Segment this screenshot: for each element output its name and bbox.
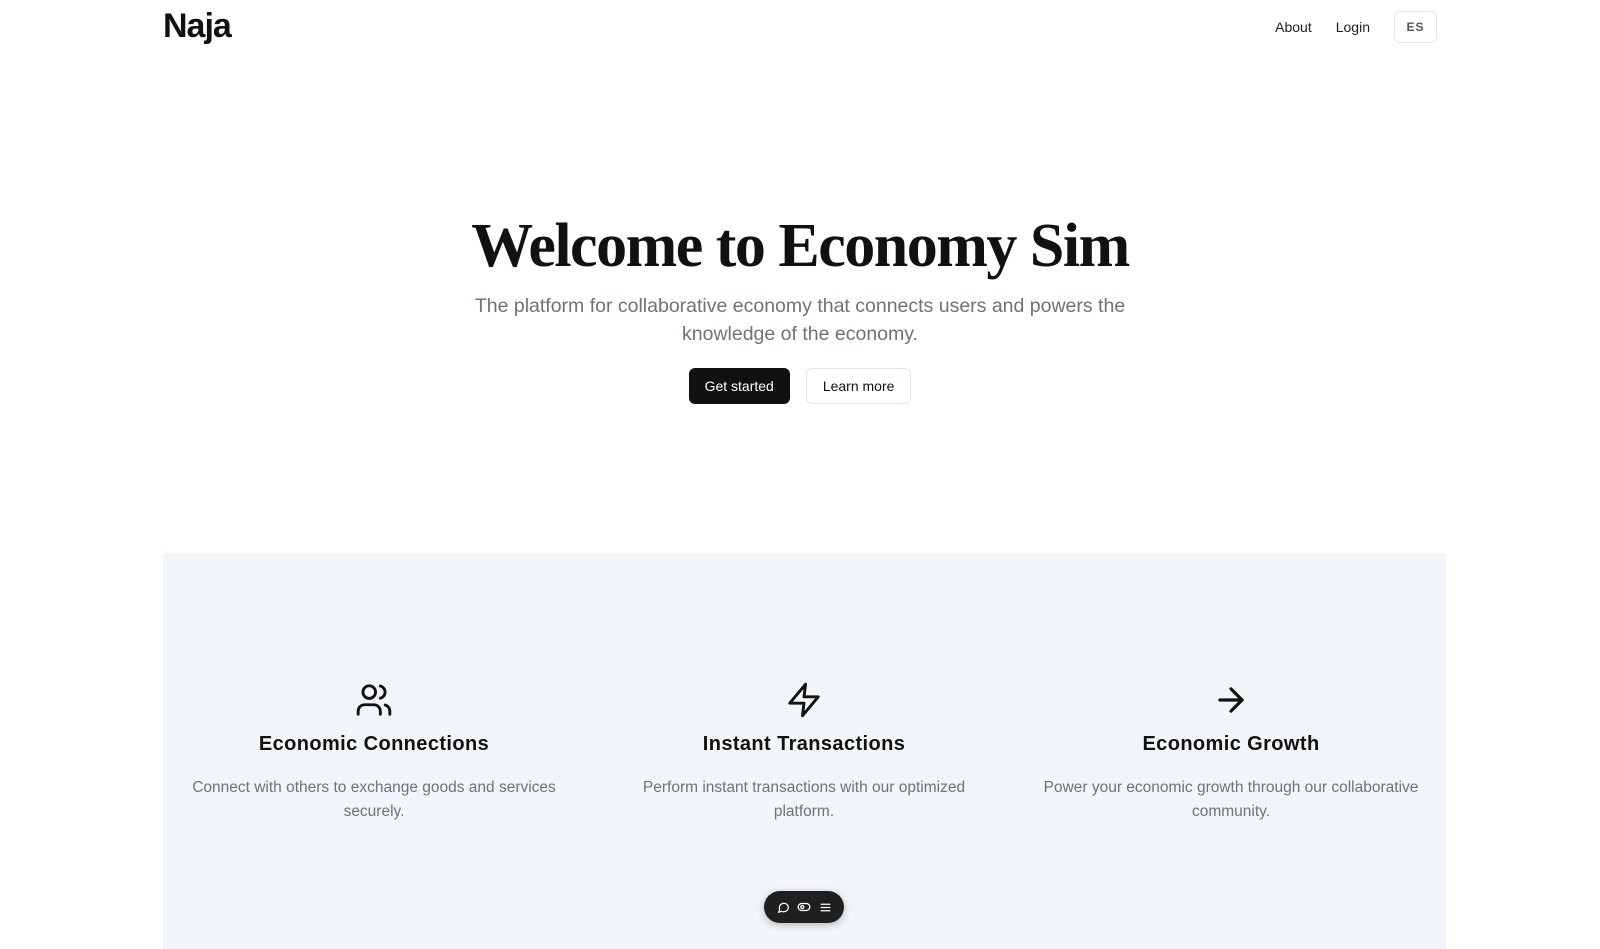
floating-toolbar xyxy=(764,891,844,923)
nav-about-link[interactable]: About xyxy=(1275,19,1312,35)
feature-description: Power your economic growth through our c… xyxy=(1043,779,1419,820)
feature-description: Perform instant transactions with our op… xyxy=(642,779,966,820)
feature-title: Economic Connections xyxy=(258,733,490,755)
features-section: Economic Connections Connect with others… xyxy=(163,553,1446,949)
toggle-icon[interactable] xyxy=(796,899,812,915)
top-nav: About Login ES xyxy=(1251,11,1437,43)
feature-card-connections: Economic Connections Connect with others… xyxy=(174,681,574,824)
menu-icon[interactable] xyxy=(817,899,833,915)
zap-icon xyxy=(788,682,820,718)
arrow-right-icon xyxy=(1218,687,1244,713)
feature-card-transactions: Instant Transactions Perform instant tra… xyxy=(604,681,1004,824)
nav-login-link[interactable]: Login xyxy=(1336,19,1370,35)
chat-icon[interactable] xyxy=(775,899,791,915)
learn-more-button[interactable]: Learn more xyxy=(805,368,912,404)
get-started-button[interactable]: Get started xyxy=(688,368,790,404)
feature-title: Economic Growth xyxy=(1142,733,1320,755)
hero-actions: Get started Learn more xyxy=(0,368,1600,404)
site-header: Naja About Login ES xyxy=(163,0,1437,54)
feature-description: Connect with others to exchange goods an… xyxy=(192,779,556,820)
hero-section: Welcome to Economy Sim The platform for … xyxy=(0,208,1600,404)
hero-subtitle: The platform for collaborative economy t… xyxy=(474,295,1126,345)
language-toggle-button[interactable]: ES xyxy=(1394,11,1437,43)
hero-title: Welcome to Economy Sim xyxy=(471,212,1130,280)
site-logo[interactable]: Naja xyxy=(163,7,232,46)
users-icon xyxy=(356,684,392,716)
feature-title: Instant Transactions xyxy=(702,733,906,755)
feature-card-growth: Economic Growth Power your economic grow… xyxy=(1031,681,1431,824)
